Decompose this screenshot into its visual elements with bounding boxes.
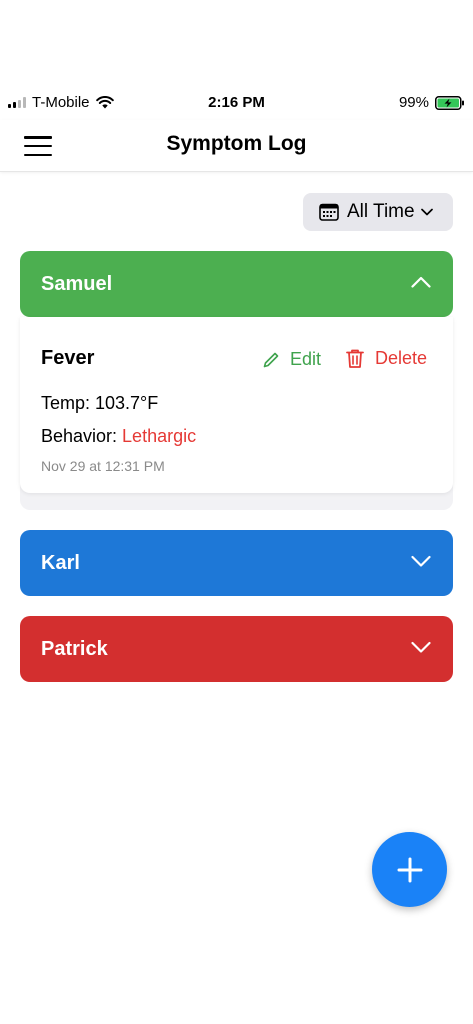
patient-name: Karl xyxy=(41,551,80,574)
date-filter-label: All Time xyxy=(347,201,415,222)
symptom-title: Fever xyxy=(41,347,95,369)
patient-header-karl[interactable]: Karl xyxy=(20,530,453,596)
symptom-entry-card: Fever Edit Delete Temp: 103.7°F Behavior… xyxy=(20,317,453,493)
edit-label: Edit xyxy=(290,349,322,369)
patient-name: Patrick xyxy=(41,637,108,660)
temperature-reading: Temp: 103.7°F xyxy=(41,393,159,413)
chevron-down-icon[interactable] xyxy=(411,555,431,567)
behavior-label: Behavior: xyxy=(41,426,123,446)
page-title: Symptom Log xyxy=(166,132,307,155)
calendar-icon xyxy=(319,203,339,221)
battery-percent: 99% xyxy=(398,94,429,111)
behavior-value: Lethargic xyxy=(122,426,197,446)
entry-timestamp: Nov 29 at 12:31 PM xyxy=(41,458,165,474)
delete-button[interactable]: Delete xyxy=(345,348,427,369)
plus-icon xyxy=(397,857,422,882)
patient-header-patrick[interactable]: Patrick xyxy=(20,616,453,682)
pencil-icon xyxy=(263,352,279,367)
delete-label: Delete xyxy=(375,348,428,368)
nav-header: Symptom Log xyxy=(0,120,473,172)
battery-status: 99% xyxy=(399,94,465,111)
date-filter-button[interactable]: All Time xyxy=(303,193,453,231)
chevron-down-icon xyxy=(420,208,433,216)
status-bar: T-Mobile 2:16 PM 99% xyxy=(0,88,473,120)
patient-name: Samuel xyxy=(41,272,113,295)
behavior-reading: Behavior: Lethargic xyxy=(41,426,196,447)
patient-header-samuel[interactable]: Samuel xyxy=(20,251,453,317)
add-symptom-button[interactable] xyxy=(372,832,447,907)
battery-charging-icon xyxy=(435,95,464,110)
trash-icon xyxy=(346,349,364,368)
chevron-down-icon[interactable] xyxy=(411,641,431,653)
symptom-list-samuel: Fever Edit Delete Temp: 103.7°F Behavior… xyxy=(20,317,453,510)
chevron-up-icon[interactable] xyxy=(411,276,431,288)
edit-button[interactable]: Edit xyxy=(262,349,321,370)
